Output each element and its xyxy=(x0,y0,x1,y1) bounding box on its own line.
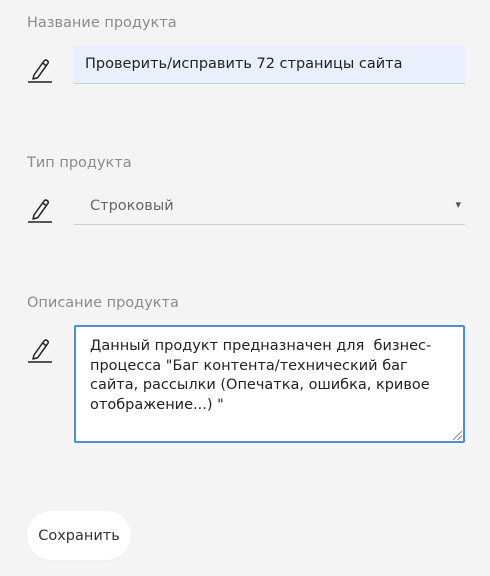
product-description-textarea[interactable]: Данный продукт предназначен для бизнес-п… xyxy=(74,325,465,443)
product-type-label: Тип продукта xyxy=(27,155,132,171)
product-description-text: Данный продукт предназначен для бизнес-п… xyxy=(90,338,435,413)
resize-handle-icon[interactable] xyxy=(453,431,462,440)
product-type-select[interactable]: Строковый ▾ xyxy=(74,188,465,225)
product-description-label: Описание продукта xyxy=(27,295,179,311)
pencil-icon xyxy=(27,195,53,223)
pencil-icon xyxy=(27,335,53,363)
chevron-down-icon: ▾ xyxy=(455,198,461,211)
product-type-value: Строковый xyxy=(90,198,174,214)
pencil-icon xyxy=(27,55,53,83)
product-name-input[interactable] xyxy=(74,45,465,84)
save-button[interactable]: Сохранить xyxy=(27,511,131,560)
product-name-label: Название продукта xyxy=(27,15,177,31)
